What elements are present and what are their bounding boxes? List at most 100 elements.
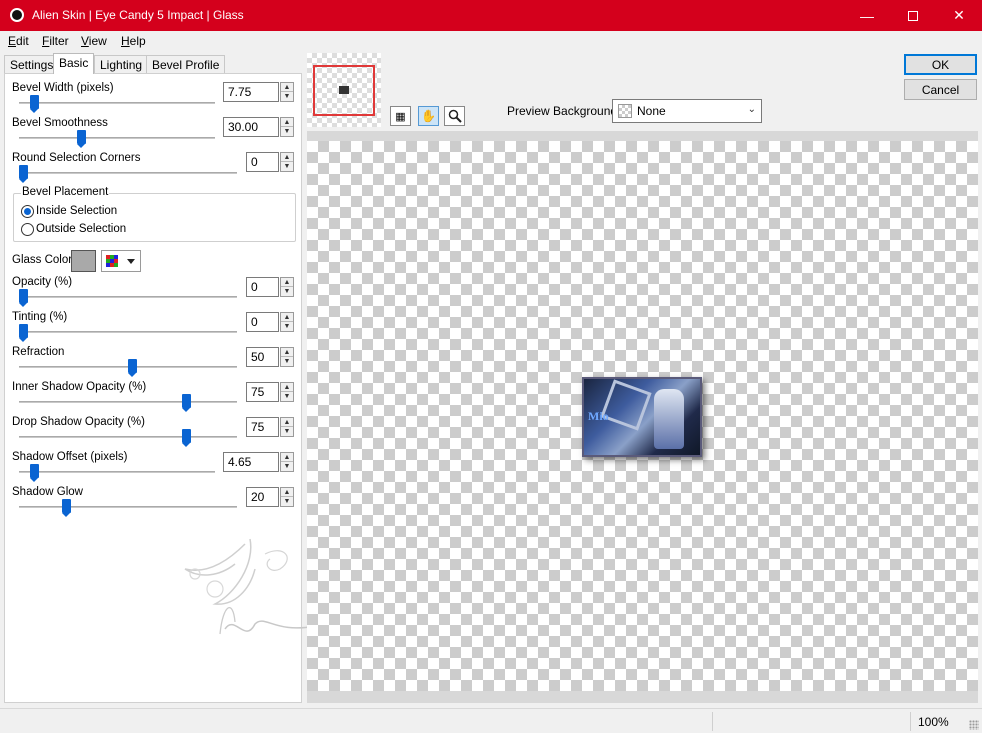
spin-down-icon[interactable]: ▼ [281, 322, 293, 331]
shadow-glow-spinner[interactable]: ▲ ▼ [280, 487, 294, 507]
glass-color-picker-button[interactable] [101, 250, 141, 272]
spin-up-icon[interactable]: ▲ [281, 418, 293, 427]
menu-filter[interactable]: Filter [42, 34, 69, 48]
status-divider [712, 712, 713, 731]
bevel-smoothness-input[interactable]: 30.00 [223, 117, 279, 137]
shadow-glow-input[interactable]: 20 [246, 487, 279, 507]
spin-down-icon[interactable]: ▼ [281, 127, 293, 136]
drop-shadow-opacity-slider-thumb[interactable] [182, 429, 191, 447]
minimize-button[interactable]: — [844, 0, 890, 31]
zoom-tool-button[interactable] [444, 106, 465, 126]
tinting-input[interactable]: 0 [246, 312, 279, 332]
menu-edit[interactable]: Edit [8, 34, 29, 48]
shadow-offset-input[interactable]: 4.65 [223, 452, 279, 472]
pan-tool-button[interactable]: ✋ [418, 106, 439, 126]
round-corners-slider-thumb[interactable] [18, 165, 28, 183]
spin-up-icon[interactable]: ▲ [281, 118, 293, 127]
bevel-width-slider-thumb[interactable] [30, 95, 40, 113]
spin-down-icon[interactable]: ▼ [281, 462, 293, 471]
spin-down-icon[interactable]: ▼ [281, 497, 293, 506]
bevel-width-input[interactable]: 7.75 [223, 82, 279, 102]
opacity-slider-track[interactable] [19, 296, 237, 298]
spin-down-icon[interactable]: ▼ [281, 357, 293, 366]
shadow-offset-slider-track[interactable] [19, 471, 215, 473]
bevel-width-label: Bevel Width (pixels) [12, 82, 114, 94]
maximize-button[interactable] [890, 0, 936, 31]
window-title: Alien Skin | Eye Candy 5 Impact | Glass [32, 8, 244, 22]
menu-filter-label: ilter [49, 34, 69, 48]
round-corners-spinner[interactable]: ▲ ▼ [280, 152, 294, 172]
ok-button[interactable]: OK [904, 54, 977, 75]
menu-view[interactable]: View [81, 34, 107, 48]
refraction-input[interactable]: 50 [246, 347, 279, 367]
glass-color-swatch[interactable] [71, 250, 96, 272]
shadow-offset-spinner[interactable]: ▲ ▼ [280, 452, 294, 472]
shadow-glow-slider-thumb[interactable] [62, 499, 72, 517]
bevel-smoothness-spinner[interactable]: ▲ ▼ [280, 117, 294, 137]
hand-icon: ✋ [421, 109, 436, 123]
drop-shadow-opacity-input[interactable]: 75 [246, 417, 279, 437]
spin-up-icon[interactable]: ▲ [281, 313, 293, 322]
spin-up-icon[interactable]: ▲ [281, 453, 293, 462]
reset-view-button[interactable]: ▦ [390, 106, 411, 126]
round-corners-input[interactable]: 0 [246, 152, 279, 172]
spin-up-icon[interactable]: ▲ [281, 488, 293, 497]
inside-selection-radio[interactable] [21, 205, 34, 218]
chevron-down-icon: ⌄ [747, 104, 756, 115]
shadow-offset-slider-thumb[interactable] [30, 464, 40, 482]
refraction-slider-thumb[interactable] [127, 359, 137, 377]
spin-down-icon[interactable]: ▼ [281, 392, 293, 401]
tab-basic[interactable]: Basic [53, 53, 95, 74]
inside-selection-label[interactable]: Inside Selection [36, 205, 117, 217]
spin-down-icon[interactable]: ▼ [281, 287, 293, 296]
menu-edit-label: dit [16, 34, 29, 48]
opacity-input[interactable]: 0 [246, 277, 279, 297]
round-corners-slider-track[interactable] [19, 172, 237, 174]
spin-up-icon[interactable]: ▲ [281, 153, 293, 162]
tab-bevel-profile[interactable]: Bevel Profile [146, 55, 226, 73]
resize-grip-icon[interactable] [969, 720, 979, 730]
inner-shadow-opacity-slider-thumb[interactable] [182, 394, 191, 412]
cancel-button[interactable]: Cancel [904, 79, 977, 100]
round-corners-label: Round Selection Corners [12, 152, 141, 164]
spin-up-icon[interactable]: ▲ [281, 383, 293, 392]
alien-skin-icon [10, 8, 24, 22]
tab-settings[interactable]: Settings [4, 55, 60, 73]
drop-shadow-opacity-slider-track[interactable] [19, 436, 237, 438]
tinting-slider-track[interactable] [19, 331, 237, 333]
signature-watermark [184, 538, 316, 635]
tinting-slider-thumb[interactable] [18, 324, 28, 342]
outside-selection-label[interactable]: Outside Selection [36, 223, 126, 235]
navigator-thumbnail[interactable] [307, 53, 381, 127]
spin-down-icon[interactable]: ▼ [281, 162, 293, 171]
opacity-slider-thumb[interactable] [18, 289, 28, 307]
close-button[interactable]: ✕ [936, 0, 982, 31]
inner-shadow-opacity-slider-track[interactable] [19, 401, 237, 403]
shadow-glow-slider-track[interactable] [19, 506, 237, 508]
minimize-icon: — [860, 7, 874, 24]
bevel-smoothness-slider-track[interactable] [19, 137, 215, 139]
preview-background-select[interactable]: None ⌄ [612, 99, 762, 123]
shadow-offset-label: Shadow Offset (pixels) [12, 451, 128, 463]
tinting-spinner[interactable]: ▲ ▼ [280, 312, 294, 332]
transparent-swatch-icon [618, 104, 632, 118]
bevel-width-slider-track[interactable] [19, 102, 215, 104]
spin-up-icon[interactable]: ▲ [281, 278, 293, 287]
bevel-smoothness-slider-thumb[interactable] [77, 130, 87, 148]
menu-view-accel: V [81, 34, 89, 48]
tab-lighting[interactable]: Lighting [94, 55, 149, 73]
inner-shadow-opacity-spinner[interactable]: ▲ ▼ [280, 382, 294, 402]
opacity-spinner[interactable]: ▲ ▼ [280, 277, 294, 297]
spin-up-icon[interactable]: ▲ [281, 83, 293, 92]
inner-shadow-opacity-label: Inner Shadow Opacity (%) [12, 381, 147, 393]
navigator-image [339, 86, 349, 94]
inner-shadow-opacity-input[interactable]: 75 [246, 382, 279, 402]
spin-down-icon[interactable]: ▼ [281, 427, 293, 436]
spin-up-icon[interactable]: ▲ [281, 348, 293, 357]
spin-down-icon[interactable]: ▼ [281, 92, 293, 101]
refraction-spinner[interactable]: ▲ ▼ [280, 347, 294, 367]
menu-help[interactable]: Help [121, 34, 146, 48]
drop-shadow-opacity-spinner[interactable]: ▲ ▼ [280, 417, 294, 437]
bevel-width-spinner[interactable]: ▲ ▼ [280, 82, 294, 102]
outside-selection-radio[interactable] [21, 223, 34, 236]
